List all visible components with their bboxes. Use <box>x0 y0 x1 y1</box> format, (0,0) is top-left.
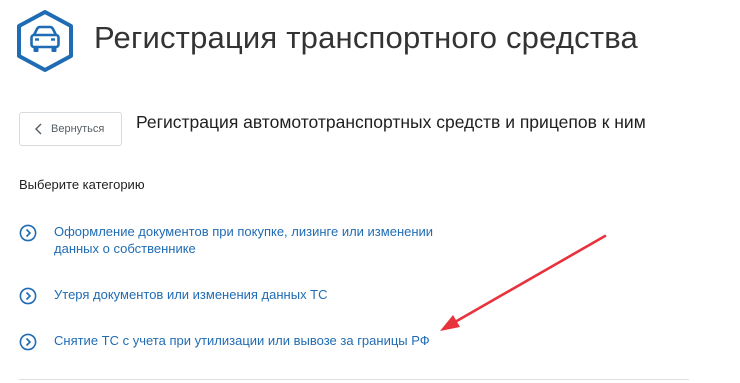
back-button[interactable]: Вернуться <box>19 112 122 146</box>
category-link-purchase[interactable]: Оформление документов при покупке, лизин… <box>19 223 474 257</box>
category-link-label[interactable]: Утеря документов или изменения данных ТС <box>54 286 474 303</box>
page-title: Регистрация транспортного средства <box>94 20 639 55</box>
category-link-label[interactable]: Оформление документов при покупке, лизин… <box>54 223 474 257</box>
chevron-left-icon <box>35 123 42 135</box>
car-icon <box>17 10 73 72</box>
section-title: Регистрация автомототранспортных средств… <box>136 112 646 132</box>
page: Регистрация транспортного средства Верну… <box>0 0 740 383</box>
chevron-circle-right-icon <box>19 287 37 305</box>
divider <box>19 379 689 380</box>
category-link-lost-documents[interactable]: Утеря документов или изменения данных ТС <box>19 286 474 305</box>
category-link-deregistration[interactable]: Снятие ТС с учета при утилизации или выв… <box>19 332 474 351</box>
category-link-label[interactable]: Снятие ТС с учета при утилизации или выв… <box>54 332 474 349</box>
category-heading: Выберите категорию <box>19 177 145 192</box>
back-button-label: Вернуться <box>51 123 105 135</box>
chevron-circle-right-icon <box>19 333 37 351</box>
chevron-circle-right-icon <box>19 224 37 242</box>
